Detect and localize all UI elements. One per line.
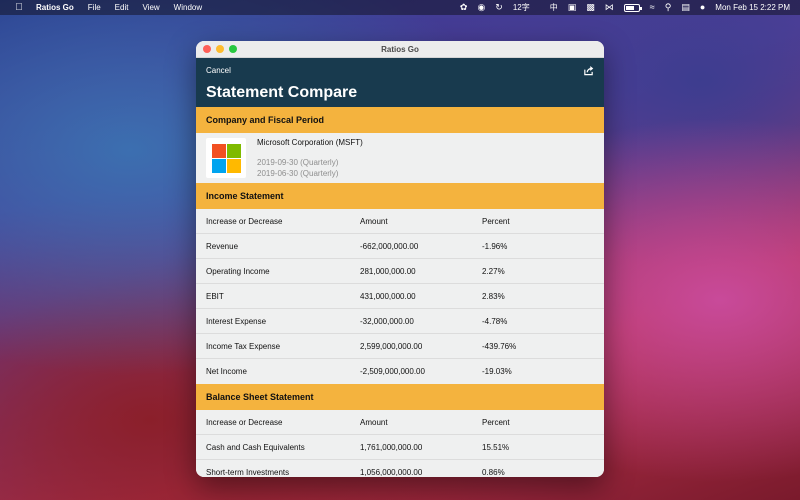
- row-label: Net Income: [206, 367, 247, 376]
- company-logo: [206, 138, 246, 178]
- menu-edit[interactable]: Edit: [115, 3, 129, 12]
- column-header: Percent: [482, 417, 510, 427]
- menu-window[interactable]: Window: [174, 3, 202, 12]
- column-header: Increase or Decrease: [206, 216, 283, 226]
- row-label: Interest Expense: [206, 316, 267, 326]
- row-percent: 2.27%: [482, 266, 505, 276]
- row-amount: 2,599,000,000.00: [360, 341, 423, 351]
- wifi-icon[interactable]: ≈: [650, 3, 655, 12]
- table-row[interactable]: Short-term Investments 1,056,000,000.00 …: [196, 460, 604, 477]
- menubar-clock[interactable]: Mon Feb 15 2:22 PM: [715, 3, 790, 12]
- butterfly-icon[interactable]: ✿: [460, 3, 468, 12]
- app-window: Ratios Go Cancel Statement Compare Compa…: [196, 41, 604, 477]
- row-percent: 0.86%: [482, 468, 505, 477]
- statement-scroll-view[interactable]: Company and Fiscal Period Microsoft Corp…: [196, 107, 604, 477]
- cancel-button[interactable]: Cancel: [206, 66, 231, 75]
- bluetooth-icon[interactable]: ⋈: [605, 3, 614, 12]
- table-row[interactable]: Operating Income 281,000,000.00 2.27%: [196, 259, 604, 284]
- income-statement-table: Increase or Decrease Amount Percent Reve…: [196, 209, 604, 384]
- row-amount: 431,000,000.00: [360, 291, 416, 301]
- row-amount: -2,509,000,000.00: [360, 367, 425, 376]
- row-label: Cash and Cash Equivalents: [206, 442, 305, 452]
- table-row[interactable]: Interest Expense -32,000,000.00 -4.78%: [196, 309, 604, 334]
- row-percent: 2.83%: [482, 291, 505, 301]
- menu-bar:  Ratios Go File Edit View Window ✿ ◉ ↻ …: [0, 0, 800, 15]
- fiscal-period-1: 2019-09-30 (Quarterly): [257, 158, 339, 167]
- fiscal-period-2: 2019-06-30 (Quarterly): [257, 169, 339, 178]
- column-header: Amount: [360, 417, 388, 427]
- page-title: Statement Compare: [206, 84, 358, 101]
- control-center-icon[interactable]: ▤: [681, 3, 690, 12]
- row-label: Operating Income: [206, 266, 270, 276]
- navigation-bar: Cancel Statement Compare: [196, 58, 604, 107]
- window-titlebar[interactable]: Ratios Go: [196, 41, 604, 58]
- row-percent: -4.78%: [482, 316, 508, 326]
- row-percent: -1.96%: [482, 241, 508, 251]
- siri-icon[interactable]: ●: [700, 3, 705, 12]
- battery-icon[interactable]: [623, 3, 642, 12]
- search-icon[interactable]: ⚲: [665, 3, 672, 12]
- input-method-indicator[interactable]: 12字: [513, 2, 530, 13]
- table-row[interactable]: Cash and Cash Equivalents 1,761,000,000.…: [196, 435, 604, 460]
- menu-file[interactable]: File: [88, 3, 101, 12]
- apple-icon[interactable]: : [13, 2, 25, 13]
- ime-indicator[interactable]: 中: [550, 2, 558, 13]
- table-row[interactable]: Net Income -2,509,000,000.00 -19.03%: [196, 359, 604, 384]
- table-header-row: Increase or Decrease Amount Percent: [196, 410, 604, 435]
- row-label: Revenue: [206, 241, 239, 251]
- row-amount: -32,000,000.00: [360, 316, 414, 326]
- chat-icon[interactable]: ◉: [477, 3, 485, 12]
- column-header: Amount: [360, 216, 388, 226]
- table-header-row: Increase or Decrease Amount Percent: [196, 209, 604, 234]
- table-row[interactable]: Revenue -662,000,000.00 -1.96%: [196, 234, 604, 259]
- row-label: Income Tax Expense: [206, 341, 281, 351]
- menu-view[interactable]: View: [142, 3, 159, 12]
- row-label: Short-term Investments: [206, 468, 290, 477]
- row-amount: -662,000,000.00: [360, 241, 419, 251]
- menu-app-name[interactable]: Ratios Go: [36, 3, 74, 12]
- row-percent: 15.51%: [482, 442, 510, 452]
- app-tray-icon[interactable]: ▩: [586, 3, 595, 12]
- window-title: Ratios Go: [381, 44, 419, 54]
- company-name: Microsoft Corporation (MSFT): [257, 138, 363, 147]
- sync-icon[interactable]: ↻: [495, 3, 503, 12]
- share-icon[interactable]: [583, 65, 594, 76]
- row-percent: -439.76%: [482, 341, 517, 351]
- column-header: Increase or Decrease: [206, 417, 283, 427]
- row-percent: -19.03%: [482, 367, 512, 376]
- income-statement-header: Income Statement: [196, 183, 604, 209]
- balance-sheet-header: Balance Sheet Statement: [196, 384, 604, 410]
- table-row[interactable]: EBIT 431,000,000.00 2.83%: [196, 284, 604, 309]
- column-header: Percent: [482, 216, 510, 226]
- row-amount: 1,056,000,000.00: [360, 468, 423, 477]
- balance-sheet-table: Increase or Decrease Amount Percent Cash…: [196, 410, 604, 477]
- layout-icon[interactable]: ▣: [568, 3, 577, 12]
- company-row[interactable]: Microsoft Corporation (MSFT) 2019-09-30 …: [196, 133, 604, 183]
- microsoft-logo-icon: [212, 144, 241, 173]
- company-section-header: Company and Fiscal Period: [196, 107, 604, 133]
- row-label: EBIT: [206, 291, 224, 301]
- table-row[interactable]: Income Tax Expense 2,599,000,000.00 -439…: [196, 334, 604, 359]
- row-amount: 281,000,000.00: [360, 266, 416, 276]
- row-amount: 1,761,000,000.00: [360, 442, 423, 452]
